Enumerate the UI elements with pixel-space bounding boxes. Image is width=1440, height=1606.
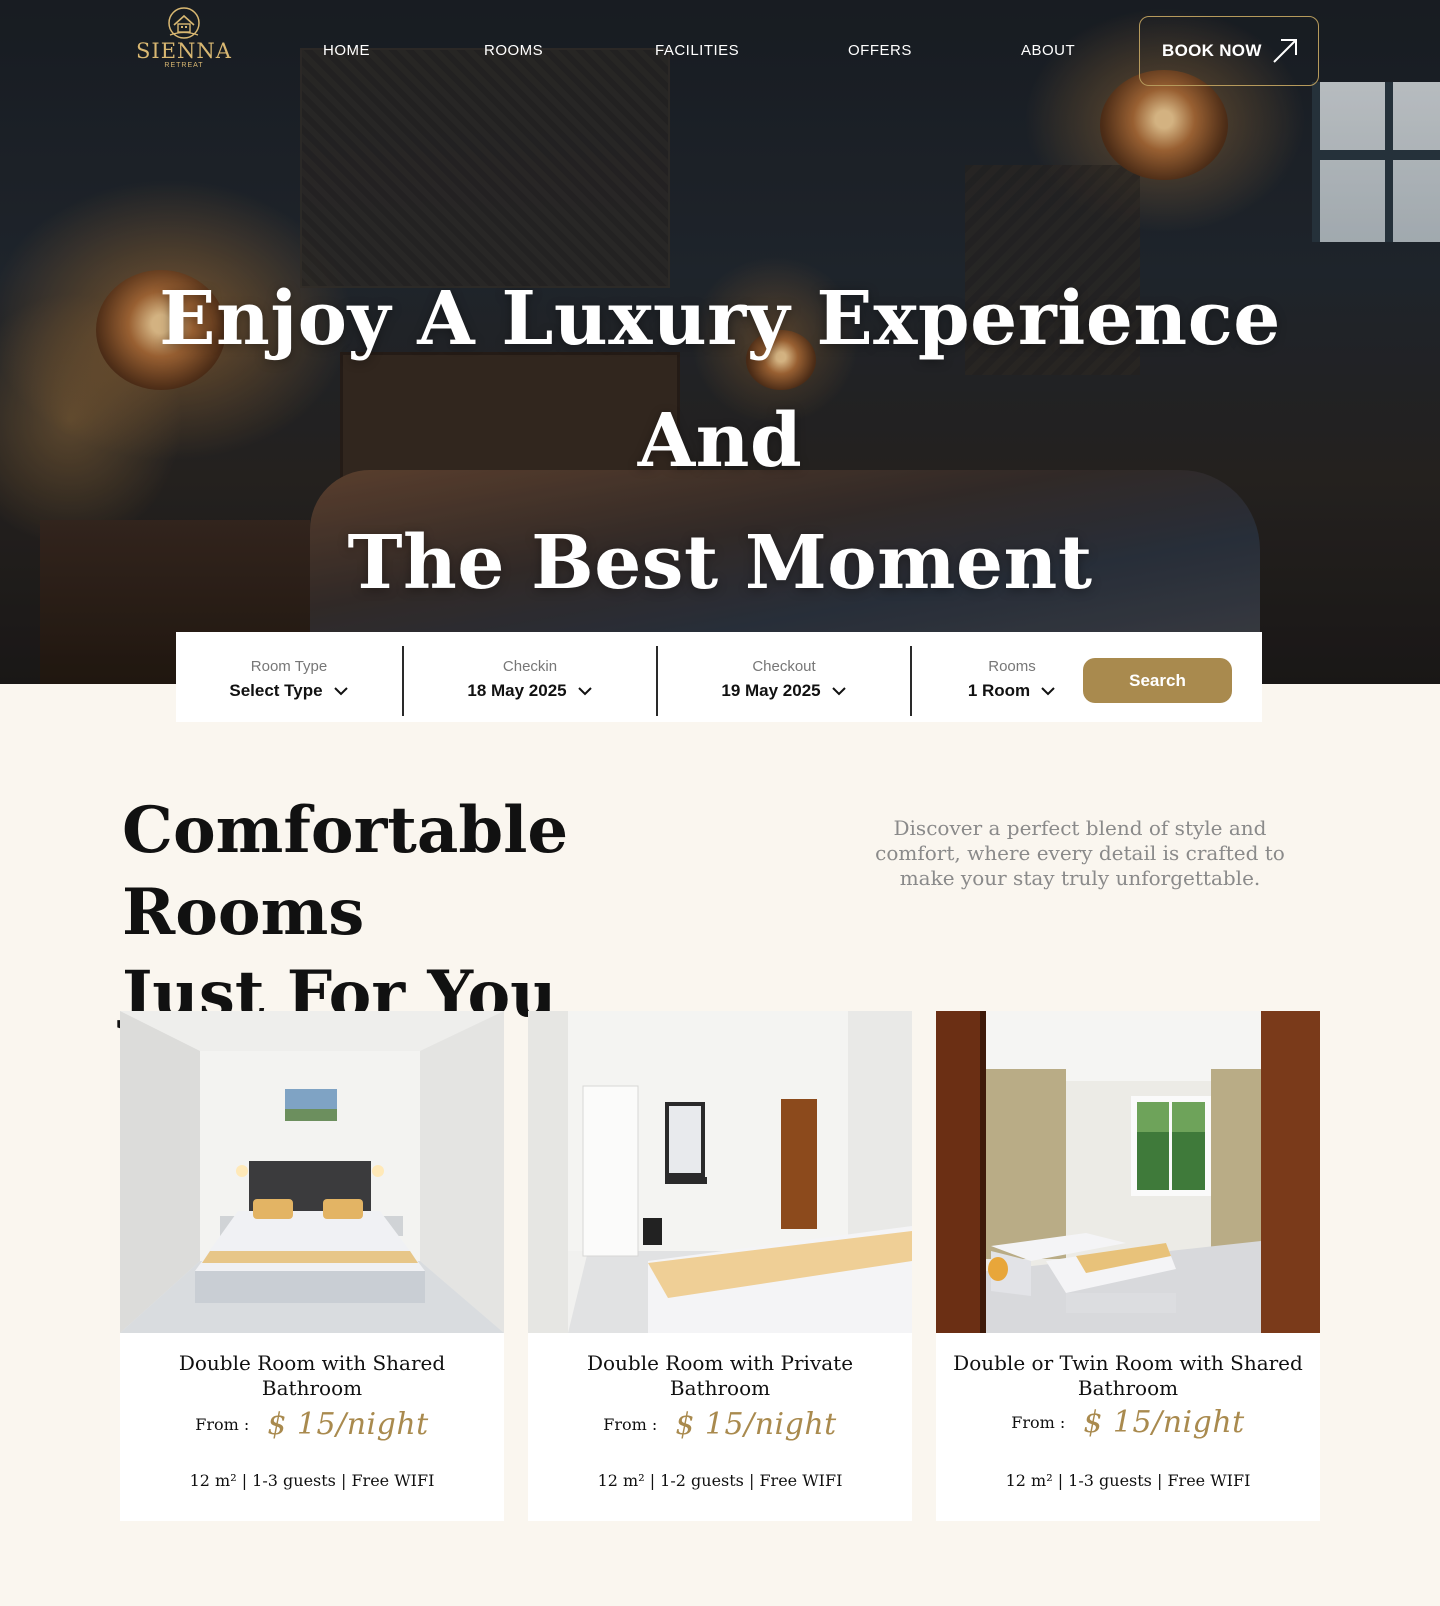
room-details: 12 m² | 1-3 guests | Free WIFI — [189, 1471, 435, 1490]
room-type-value: Select Type — [229, 681, 323, 700]
room-price: $ 15/night — [1083, 1405, 1245, 1440]
section-description: Discover a perfect blend of style and co… — [875, 816, 1285, 890]
room-type-label: Room Type — [250, 658, 328, 675]
room-card[interactable]: Double Room with Private Bathroom From :… — [528, 1011, 912, 1521]
checkin-label: Checkin — [502, 658, 558, 675]
search-button[interactable]: Search — [1083, 658, 1232, 703]
room-title: Double Room with Private Bathroom — [586, 1351, 854, 1400]
room-price: $ 15/night — [675, 1407, 837, 1442]
checkin-date-picker[interactable]: Checkin 18 May 2025 — [404, 632, 656, 722]
nav-home[interactable]: HOME — [323, 42, 370, 59]
room-title: Double or Twin Room with Shared Bathroom — [953, 1351, 1303, 1400]
section-title: Comfortable Rooms Just For You — [122, 790, 822, 1036]
booking-search-bar: Room Type Select Type Checkin 18 May 202… — [176, 632, 1262, 722]
from-label: From : — [195, 1415, 250, 1434]
section-title-line1: Comfortable Rooms — [122, 793, 569, 950]
hero-title-line2: The Best Moment — [347, 520, 1093, 606]
house-logo-icon — [168, 7, 200, 39]
price-row: From : $ 15/night — [528, 1407, 912, 1442]
checkin-value: 18 May 2025 — [467, 681, 567, 700]
hero-title: Enjoy A Luxury Experience And The Best M… — [100, 258, 1340, 624]
room-details: 12 m² | 1-2 guests | Free WIFI — [597, 1471, 843, 1490]
nav-facilities[interactable]: FACILITIES — [655, 42, 739, 59]
rooms-count-dropdown[interactable]: Rooms 1 Room — [912, 632, 1112, 722]
rooms-label: Rooms — [988, 658, 1036, 675]
chevron-down-icon — [577, 687, 592, 696]
room-type-dropdown[interactable]: Room Type Select Type — [176, 632, 402, 722]
room-details: 12 m² | 1-3 guests | Free WIFI — [1005, 1471, 1251, 1490]
room-card[interactable]: Double or Twin Room with Shared Bathroom… — [936, 1011, 1320, 1521]
checkout-value: 19 May 2025 — [721, 681, 821, 700]
nav-about[interactable]: ABOUT — [1021, 42, 1075, 59]
from-label: From : — [603, 1415, 658, 1434]
hero-banner: SIENNA RETREAT HOME ROOMS FACILITIES OFF… — [0, 0, 1440, 684]
book-now-label: BOOK NOW — [1162, 41, 1262, 60]
rooms-value: 1 Room — [967, 681, 1031, 700]
chevron-down-icon — [1041, 687, 1055, 696]
checkout-label: Checkout — [752, 658, 816, 675]
brand-name: SIENNA — [136, 39, 232, 63]
price-row: From : $ 15/night — [936, 1405, 1320, 1440]
room-photo — [120, 1011, 504, 1333]
chevron-down-icon — [333, 687, 348, 696]
brand-tagline: RETREAT — [164, 62, 204, 69]
nav-rooms[interactable]: ROOMS — [484, 42, 543, 59]
room-photo — [936, 1011, 1320, 1333]
room-card[interactable]: Double Room with Shared Bathroom From : … — [120, 1011, 504, 1521]
room-title: Double Room with Shared Bathroom — [178, 1351, 446, 1400]
book-now-button[interactable]: BOOK NOW — [1139, 16, 1319, 86]
hero-title-line1: Enjoy A Luxury Experience And — [159, 276, 1281, 484]
arrow-up-right-icon — [1273, 39, 1297, 63]
brand-logo[interactable]: SIENNA RETREAT — [136, 6, 232, 82]
room-price: $ 15/night — [267, 1407, 429, 1442]
room-photo — [528, 1011, 912, 1333]
checkout-date-picker[interactable]: Checkout 19 May 2025 — [658, 632, 910, 722]
from-label: From : — [1011, 1413, 1066, 1432]
chevron-down-icon — [831, 687, 846, 696]
nav-offers[interactable]: OFFERS — [848, 42, 912, 59]
price-row: From : $ 15/night — [120, 1407, 504, 1442]
